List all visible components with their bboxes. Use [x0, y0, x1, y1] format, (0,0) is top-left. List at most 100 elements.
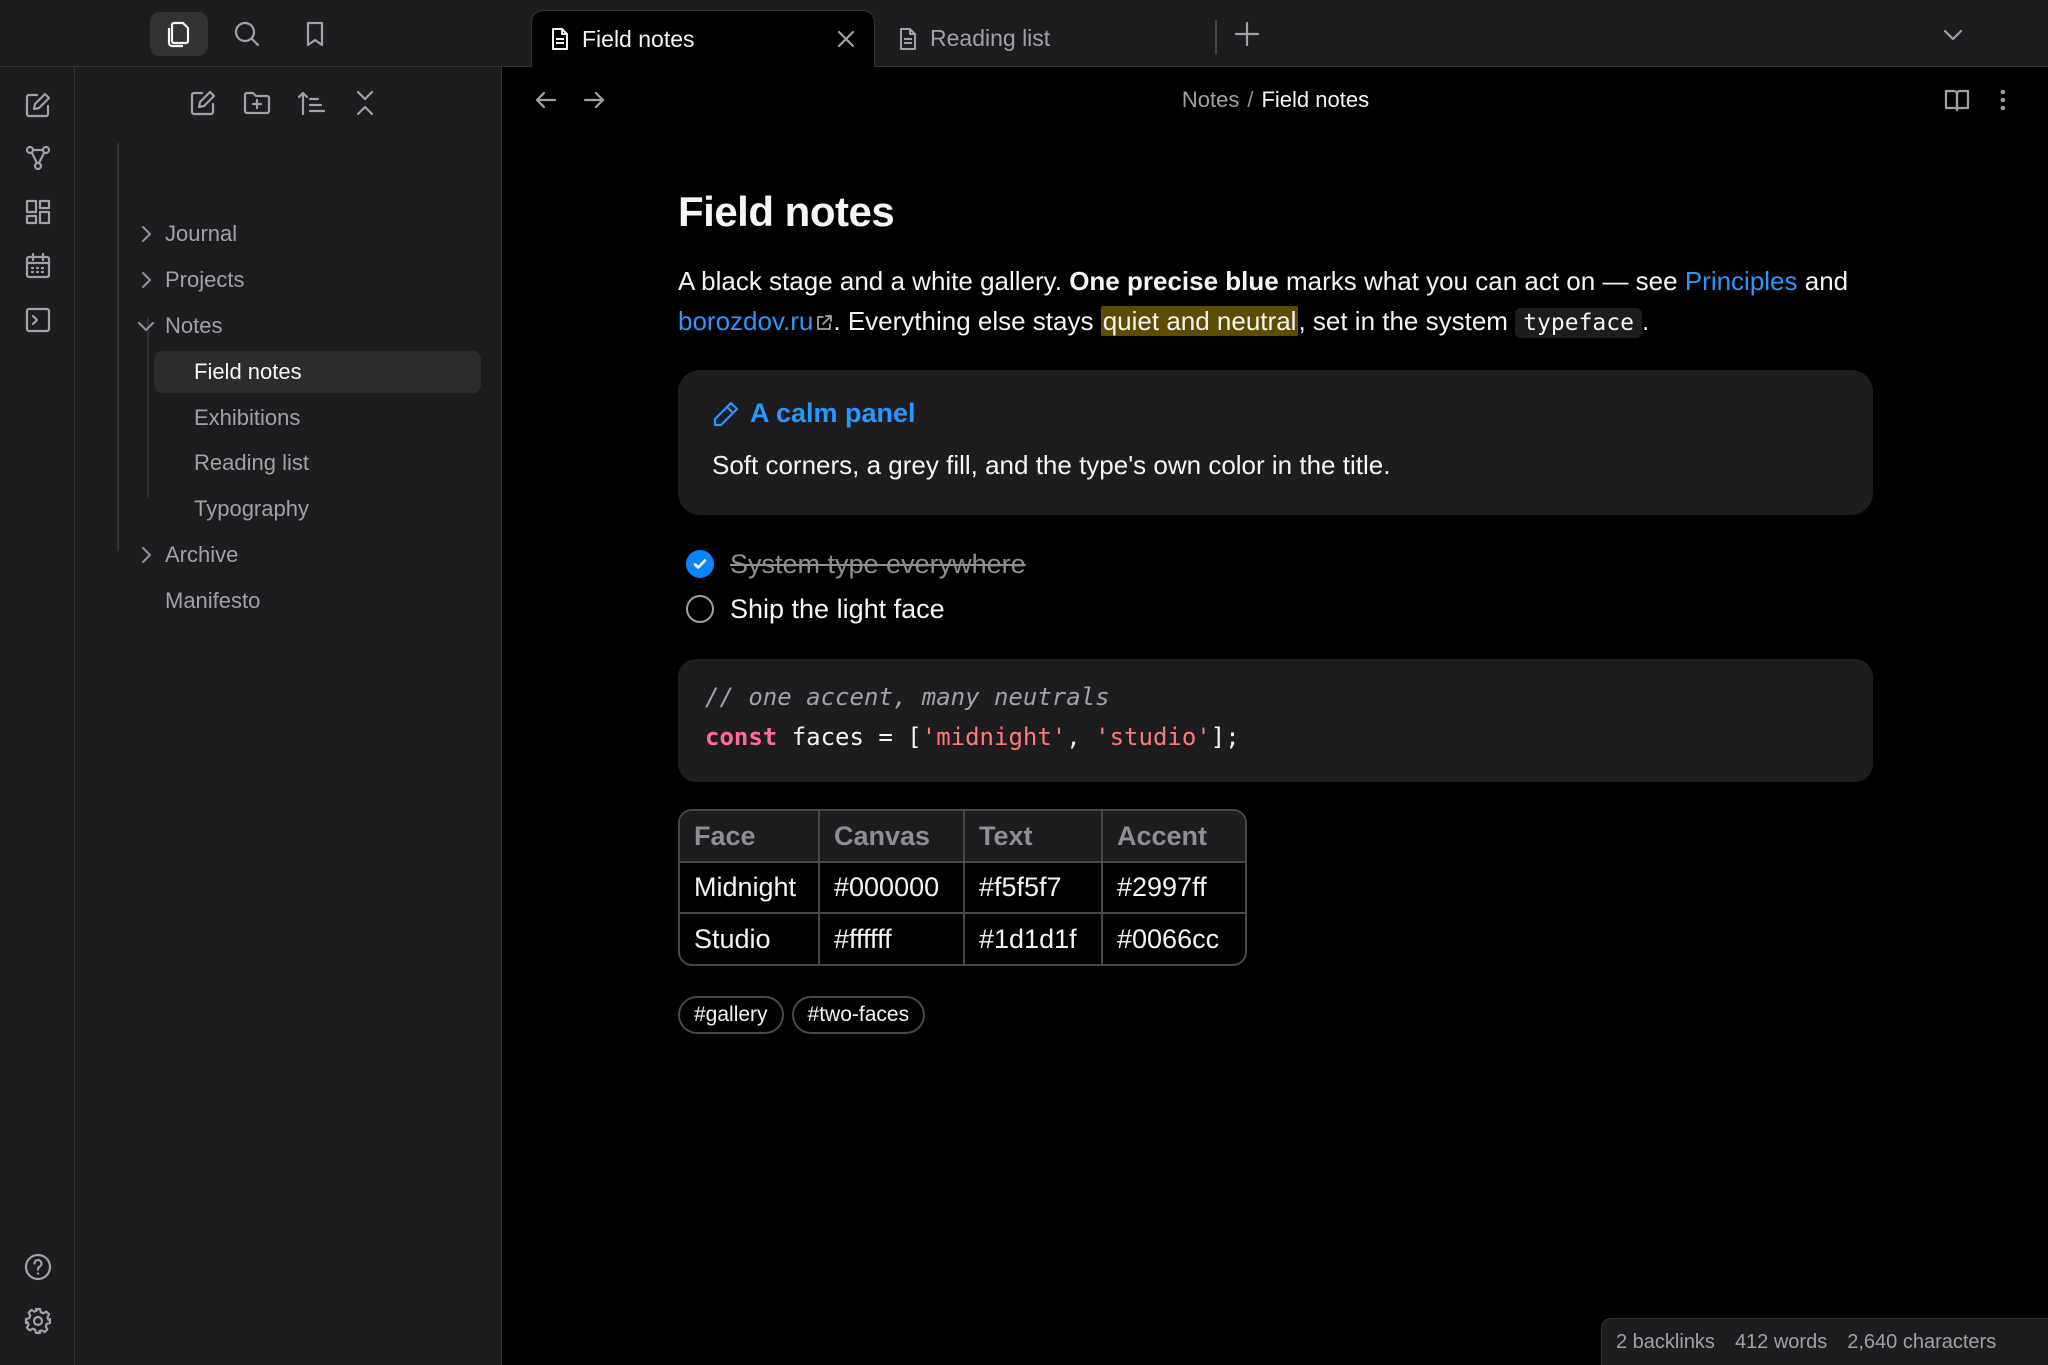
tag-pill-two-faces[interactable]: #two-faces: [791, 996, 926, 1034]
code-block[interactable]: // one accent, many neutrals const faces…: [678, 659, 1873, 782]
ribbon-graph-button[interactable]: [19, 139, 57, 177]
collapse-all-icon: [356, 90, 374, 116]
search-button[interactable]: [218, 12, 276, 56]
task-item[interactable]: System type everywhere: [686, 546, 1026, 582]
check-icon: [693, 559, 707, 569]
text-run: and: [1797, 266, 1849, 296]
tree-item-label: Field notes: [194, 359, 302, 384]
code-string: 'studio': [1095, 723, 1211, 751]
ribbon-calendar-button[interactable]: [19, 247, 57, 285]
app-window: Field notes Reading list Journal Project…: [0, 0, 2048, 1365]
book-open-icon: [1944, 89, 1970, 112]
breadcrumb: Notes / Field notes: [503, 87, 2048, 113]
status-backlinks[interactable]: 2 backlinks: [1616, 1331, 1715, 1354]
ribbon-canvas-button[interactable]: [19, 193, 57, 231]
internal-link-principles[interactable]: Principles: [1685, 266, 1798, 296]
code-ident: faces = [: [777, 723, 922, 751]
status-word-count: 412 words: [1734, 1330, 1828, 1353]
callout-body: Soft corners, a grey fill, and the type'…: [712, 450, 1391, 480]
terminal-icon: [25, 307, 51, 333]
file-manifesto[interactable]: Manifesto: [165, 580, 260, 622]
inline-code: typeface: [1515, 308, 1642, 338]
file-typography[interactable]: Typography: [154, 488, 481, 530]
callout[interactable]: A calm panel Soft corners, a grey fill, …: [678, 370, 1873, 515]
settings-icon: [24, 1307, 52, 1335]
folder-archive[interactable]: Archive: [141, 534, 238, 576]
ribbon-help-button[interactable]: [19, 1248, 57, 1286]
task-checkbox[interactable]: [686, 595, 714, 623]
text-run: . Everything else stays: [833, 306, 1101, 336]
tab-close-button[interactable]: [834, 27, 858, 51]
tree-item-label: Reading list: [194, 450, 309, 475]
note-header: Notes / Field notes: [503, 67, 2048, 133]
file-reading-list[interactable]: Reading list: [154, 442, 481, 484]
external-link-label: borozdov.ru: [678, 306, 814, 336]
new-folder-icon: [243, 91, 271, 115]
help-icon: [24, 1253, 52, 1281]
new-note-icon: [25, 92, 51, 118]
pencil-icon: [713, 401, 739, 426]
ribbon-settings-button[interactable]: [19, 1302, 57, 1340]
faces-table[interactable]: Face Canvas Text Accent Midnight #000000…: [678, 809, 1247, 966]
reading-view-button[interactable]: [1943, 87, 1971, 113]
task-checkbox-checked[interactable]: [686, 550, 714, 578]
folder-journal[interactable]: Journal: [141, 213, 238, 255]
tree-item-label: Typography: [194, 496, 309, 521]
file-exhibitions[interactable]: Exhibitions: [154, 397, 481, 439]
text-run: A black stage and a white gallery.: [678, 266, 1070, 296]
new-tab-button[interactable]: [1233, 20, 1261, 48]
breadcrumb-current[interactable]: Field notes: [1261, 87, 1369, 112]
folder-notes[interactable]: Notes: [137, 305, 223, 347]
chevron-right-icon: [141, 225, 152, 243]
ribbon-terminal-button[interactable]: [19, 301, 57, 339]
external-link[interactable]: borozdov.ru: [678, 306, 833, 336]
new-note-button[interactable]: [185, 85, 221, 121]
code-line: const faces = ['midnight', 'studio'];: [705, 723, 1240, 751]
code-comment: // one accent, many neutrals: [705, 683, 1110, 711]
new-folder-button[interactable]: [239, 85, 275, 121]
tree-indent-guide: [147, 317, 149, 497]
table-row: Midnight #000000 #f5f5f7 #2997ff: [680, 861, 1245, 914]
note-paragraph[interactable]: A black stage and a white gallery. One p…: [678, 261, 1873, 343]
sort-button[interactable]: [293, 85, 329, 121]
table-cell: #1d1d1f: [963, 912, 1103, 964]
more-options-button[interactable]: [1995, 87, 2011, 113]
status-bar: 2 backlinks 412 words 2,640 characters: [1601, 1318, 2048, 1365]
bookmark-icon: [306, 21, 324, 47]
document-icon: [552, 28, 568, 50]
table-cell: #000000: [818, 861, 965, 914]
table-cell: #ffffff: [818, 912, 965, 964]
code-string: 'midnight': [921, 723, 1067, 751]
tab-divider: [1215, 20, 1217, 54]
explorer-toolbar: [185, 85, 383, 121]
table-header-cell: Face: [680, 811, 820, 863]
tag-pill-gallery[interactable]: #gallery: [678, 996, 784, 1034]
task-item[interactable]: Ship the light face: [686, 591, 945, 627]
note-title[interactable]: Field notes: [678, 188, 895, 236]
tab-field-notes[interactable]: Field notes: [531, 10, 875, 67]
tree-item-label: Notes: [165, 313, 223, 338]
tree-item-label: Exhibitions: [194, 405, 301, 430]
tree-item-label: Journal: [165, 221, 238, 246]
file-field-notes[interactable]: Field notes: [154, 351, 481, 393]
more-vertical-icon: [2000, 89, 2006, 111]
callout-title: A calm panel: [712, 398, 916, 429]
breadcrumb-parent[interactable]: Notes: [1182, 87, 1239, 112]
breadcrumb-separator: /: [1247, 87, 1254, 112]
files-button[interactable]: [150, 12, 208, 56]
code-keyword: const: [705, 723, 778, 751]
folder-projects[interactable]: Projects: [141, 259, 244, 301]
table-cell: #2997ff: [1101, 861, 1245, 914]
ribbon: [0, 67, 75, 1365]
ribbon-new-note-button[interactable]: [19, 86, 57, 124]
tree-item-label: Manifesto: [165, 588, 261, 613]
chevron-right-icon: [141, 546, 152, 564]
tab-reading-list[interactable]: Reading list: [880, 10, 1210, 67]
close-icon: [837, 30, 855, 48]
highlighted-text: quiet and neutral: [1100, 306, 1299, 336]
collapse-all-button[interactable]: [347, 85, 383, 121]
tab-list-button[interactable]: [1940, 22, 1966, 48]
new-note-icon: [190, 90, 216, 116]
tag-list: #gallery #two-faces: [678, 996, 926, 1034]
bookmarks-button[interactable]: [286, 12, 344, 56]
